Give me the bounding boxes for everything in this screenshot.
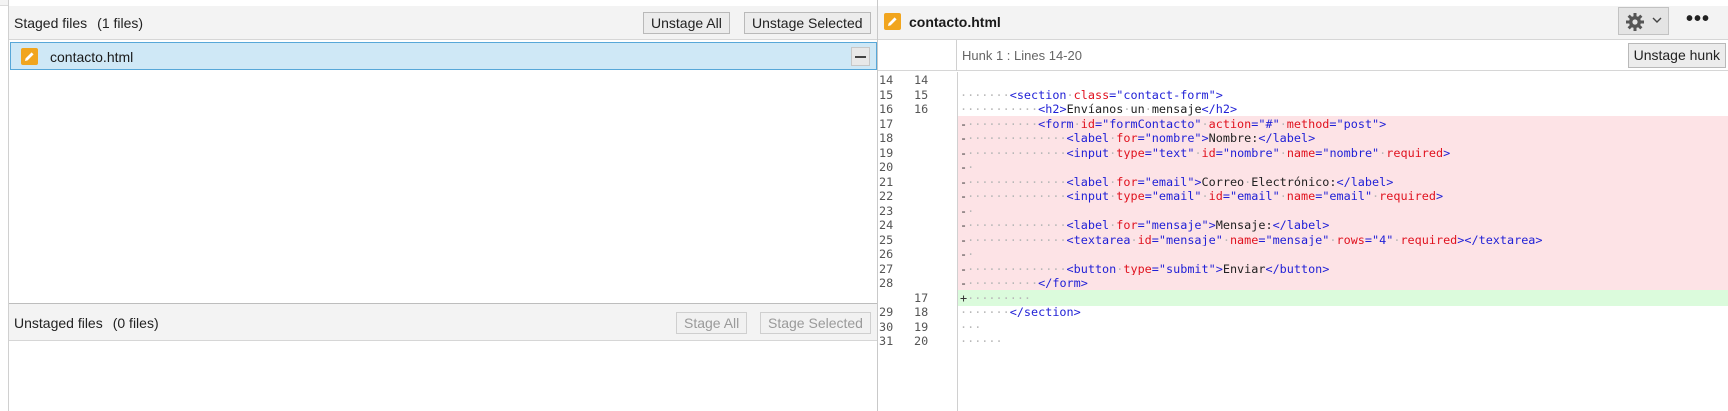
staged-file-row[interactable]: contacto.html: [10, 42, 877, 70]
diff-file-name: contacto.html: [909, 14, 1001, 30]
staged-file-name: contacto.html: [50, 49, 134, 65]
unstage-all-button[interactable]: Unstage All: [643, 12, 730, 34]
diff-header: contacto.html •••: [878, 6, 1728, 40]
edit-pencil-icon: [21, 48, 38, 65]
line-code: ······: [960, 334, 1003, 348]
staged-files-title: Staged files (1 files): [14, 15, 143, 31]
hunk-label: Hunk 1 : Lines 14-20: [962, 48, 1082, 63]
unstage-selected-button[interactable]: Unstage Selected: [744, 12, 871, 34]
line-number-gutter-header: [878, 40, 957, 71]
staged-count: (1 files): [97, 15, 144, 31]
new-line-number: 20: [914, 334, 929, 348]
diff-content[interactable]: 14 14 15 15 ·······<section·class="contact-f…: [878, 72, 1728, 411]
unstaged-title-text: Unstaged files: [14, 315, 103, 331]
hunk-header: Hunk 1 : Lines 14-20 Unstage hunk: [878, 40, 1728, 71]
stage-all-button[interactable]: Stage All: [676, 312, 748, 334]
unstage-file-button[interactable]: [851, 47, 870, 66]
gear-icon: [1626, 13, 1644, 31]
diff-line: 31 20 ······: [878, 333, 1728, 349]
file-lists-pane: Staged files (1 files) Unstage All Unstag…: [8, 0, 878, 411]
staged-files-header: Staged files (1 files) Unstage All Unstag…: [9, 6, 878, 40]
unstaged-files-title: Unstaged files (0 files): [14, 315, 159, 331]
unstage-hunk-button[interactable]: Unstage hunk: [1627, 43, 1726, 68]
old-line-number: 31: [879, 334, 894, 348]
stage-selected-button[interactable]: Stage Selected: [760, 312, 871, 334]
edit-pencil-icon: [884, 13, 901, 30]
settings-dropdown-button[interactable]: [1618, 7, 1669, 35]
diff-pane: contacto.html ••• Hunk 1: Lines 14-20 U…: [877, 0, 1728, 411]
chevron-down-icon: [1652, 17, 1662, 23]
git-staging-window: Staged files (1 files) Unstage All Unstag…: [0, 0, 1728, 411]
unstaged-count: (0 files): [112, 315, 159, 331]
more-options-button[interactable]: •••: [1686, 9, 1710, 29]
staged-title-text: Staged files: [14, 15, 88, 31]
unstaged-files-header: Unstaged files (0 files) Stage All Stage …: [9, 304, 878, 341]
